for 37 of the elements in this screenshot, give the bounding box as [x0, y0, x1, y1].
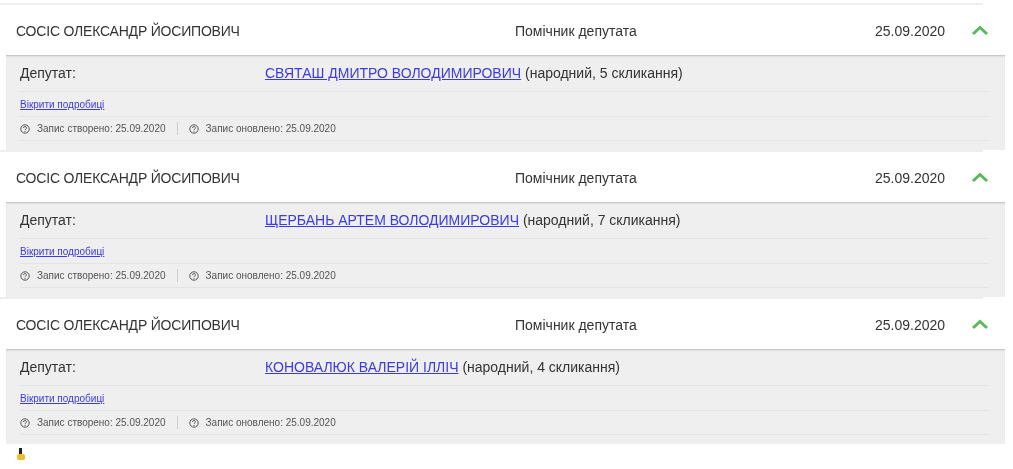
created-text: Запис створено: 25.09.2020	[37, 269, 166, 283]
updated-text: Запис оновлено: 25.09.2020	[205, 269, 336, 283]
updated-text: Запис оновлено: 25.09.2020	[205, 416, 336, 430]
help-icon	[188, 270, 199, 281]
deputy-link[interactable]: СВЯТАШ ДМИТРО ВОЛОДИМИРОВИЧ	[265, 64, 522, 81]
figure-icon	[16, 448, 26, 460]
field-label: Депутат:	[20, 357, 77, 377]
updated-text: Запис оновлено: 25.09.2020	[205, 122, 336, 136]
help-icon	[20, 270, 30, 281]
person-name: СОСІС ОЛЕКСАНДР ЙОСИПОВИЧ	[16, 21, 240, 41]
deputy-note: (народний, 5 скликання)	[525, 64, 683, 81]
deputy-link[interactable]: КОНОВАЛЮК ВАЛЕРІЙ ІЛЛІЧ	[265, 358, 459, 375]
date-text: 25.09.2020	[875, 316, 946, 335]
chevron-up-icon[interactable]	[971, 319, 989, 330]
role-text: Помічник депутата	[515, 169, 637, 188]
field-label: Депутат:	[20, 210, 77, 230]
created-text: Запис створено: 25.09.2020	[37, 416, 166, 430]
deputy-link[interactable]: ЩЕРБАНЬ АРТЕМ ВОЛОДИМИРОВИЧ	[265, 211, 519, 228]
created-text: Запис створено: 25.09.2020	[37, 122, 166, 136]
chevron-up-icon[interactable]	[971, 172, 989, 183]
deputy-note: (народний, 7 скликання)	[522, 211, 681, 228]
person-name: СОСІС ОЛЕКСАНДР ЙОСИПОВИЧ	[16, 168, 240, 188]
deputy-note: (народний, 4 скликання)	[462, 358, 621, 375]
date-text: 25.09.2020	[875, 169, 946, 188]
help-icon	[188, 417, 199, 428]
date-text: 25.09.2020	[875, 22, 946, 41]
person-name: СОСІС ОЛЕКСАНДР ЙОСИПОВИЧ	[16, 315, 240, 335]
help-icon	[188, 123, 199, 134]
details-link[interactable]: Вікрити подробиці	[20, 96, 105, 112]
help-icon	[20, 417, 30, 428]
role-text: Помічник депутата	[515, 316, 637, 335]
details-link[interactable]: Вікрити подробиці	[20, 390, 105, 406]
help-icon	[20, 123, 30, 134]
details-link[interactable]: Вікрити подробиці	[20, 243, 105, 259]
role-text: Помічник депутата	[515, 22, 637, 41]
chevron-up-icon[interactable]	[971, 25, 989, 36]
field-label: Депутат:	[20, 63, 77, 83]
